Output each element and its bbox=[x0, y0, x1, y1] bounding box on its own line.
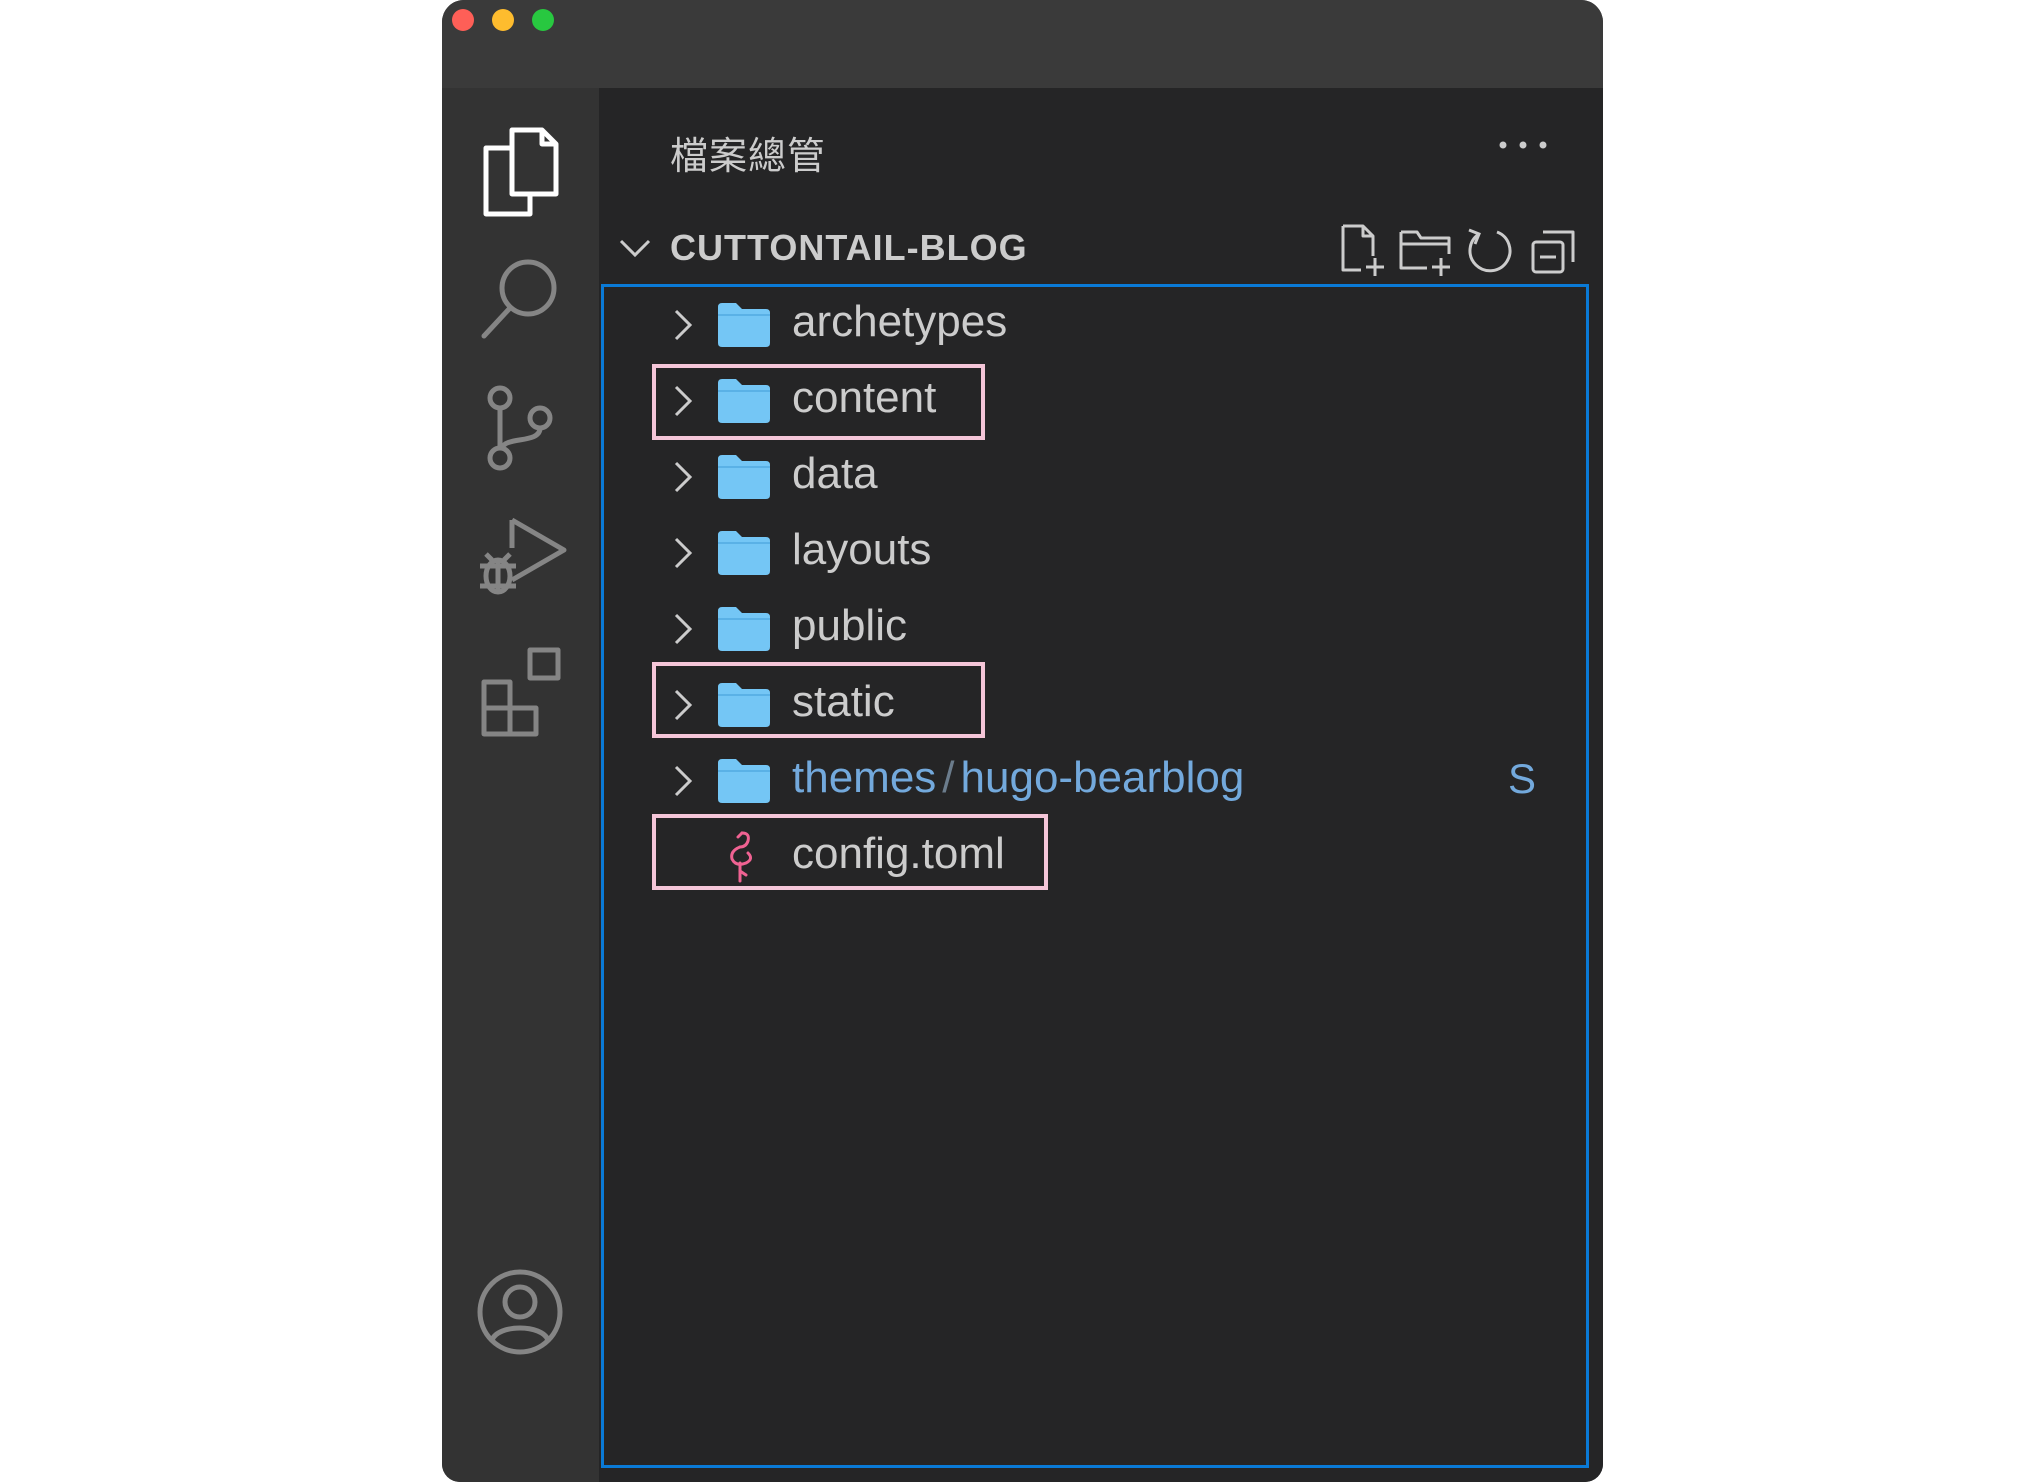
tree-item-label: public bbox=[792, 601, 907, 650]
explorer-icon[interactable] bbox=[470, 118, 570, 218]
activity-bar bbox=[442, 88, 599, 1482]
minimize-window-button[interactable] bbox=[492, 9, 514, 31]
chevron-right-icon bbox=[664, 307, 700, 343]
search-icon[interactable] bbox=[470, 248, 570, 348]
account-icon[interactable] bbox=[470, 1262, 570, 1362]
highlight-box-content bbox=[652, 364, 985, 440]
tree-item-label: themes / hugo-bearblog bbox=[792, 753, 1244, 803]
tree-item-archetypes[interactable]: archetypes bbox=[604, 287, 1586, 363]
new-folder-icon[interactable] bbox=[1397, 222, 1453, 278]
workspace-name: CUTTONTAIL-BLOG bbox=[670, 227, 1028, 268]
collapse-all-icon[interactable] bbox=[1525, 222, 1581, 278]
more-actions-icon[interactable] bbox=[1493, 130, 1553, 160]
title-bar bbox=[442, 0, 1603, 88]
tree-item-layouts[interactable]: layouts bbox=[604, 515, 1586, 591]
folder-icon bbox=[716, 757, 772, 805]
maximize-window-button[interactable] bbox=[532, 9, 554, 31]
tree-item-label: layouts bbox=[792, 525, 932, 574]
chevron-down-icon bbox=[617, 230, 653, 266]
folder-name-part: hugo-bearblog bbox=[960, 753, 1245, 802]
chevron-right-icon bbox=[664, 611, 700, 647]
tree-item-label: archetypes bbox=[792, 297, 1008, 346]
git-status-badge: S bbox=[1507, 755, 1536, 802]
chevron-right-icon bbox=[664, 763, 700, 799]
tree-item-themes[interactable]: themes / hugo-bearblog S bbox=[604, 743, 1586, 819]
folder-icon bbox=[716, 605, 772, 653]
chevron-right-icon bbox=[664, 535, 700, 571]
highlight-box-config bbox=[652, 814, 1048, 890]
folder-name-part: themes bbox=[792, 753, 937, 802]
refresh-icon[interactable] bbox=[1461, 222, 1517, 278]
highlight-box-static bbox=[652, 662, 985, 738]
close-window-button[interactable] bbox=[452, 9, 474, 31]
chevron-right-icon bbox=[664, 459, 700, 495]
sidebar-title: 檔案總管 bbox=[670, 134, 827, 178]
explorer-sidebar: 檔案總管 CUTTONTAIL-BLOG archetypes content … bbox=[599, 88, 1603, 1482]
vscode-window: 檔案總管 CUTTONTAIL-BLOG archetypes content … bbox=[442, 0, 1603, 1482]
folder-icon bbox=[716, 453, 772, 501]
folder-icon bbox=[716, 301, 772, 349]
run-debug-icon[interactable] bbox=[470, 508, 570, 608]
tree-item-data[interactable]: data bbox=[604, 439, 1586, 515]
workspace-section-header[interactable]: CUTTONTAIL-BLOG bbox=[599, 218, 1603, 278]
folder-icon bbox=[716, 529, 772, 577]
tree-item-public[interactable]: public bbox=[604, 591, 1586, 667]
source-control-icon[interactable] bbox=[470, 378, 570, 478]
tree-item-label: data bbox=[792, 449, 878, 498]
path-separator: / bbox=[942, 753, 955, 802]
new-file-icon[interactable] bbox=[1333, 222, 1389, 278]
extensions-icon[interactable] bbox=[470, 638, 570, 738]
